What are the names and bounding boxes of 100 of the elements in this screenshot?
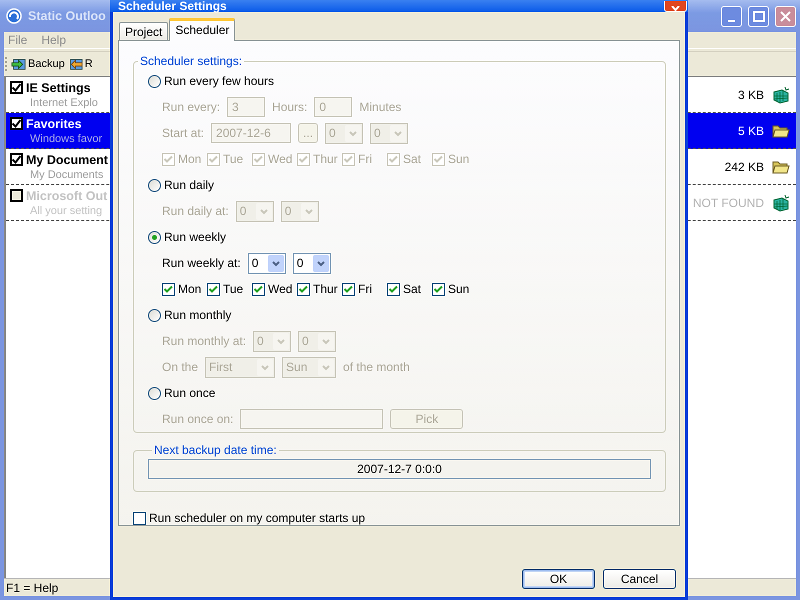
checkbox-label: Thur — [313, 282, 338, 296]
chevron-down-icon — [304, 208, 314, 214]
grid-cube-icon — [772, 86, 790, 104]
radio-label: Run once — [164, 386, 216, 400]
radio-button[interactable] — [148, 230, 161, 244]
dropdown[interactable]: 0 — [292, 252, 331, 274]
radio-button[interactable] — [148, 178, 161, 192]
dropdown[interactable]: 0 — [248, 252, 286, 274]
minimize-button[interactable] — [721, 6, 742, 26]
chevron-down-icon — [348, 130, 358, 136]
checkbox[interactable] — [162, 282, 175, 296]
tab[interactable]: Scheduler — [169, 18, 236, 41]
item-description: All your setting — [29, 204, 102, 216]
chevron-down-icon — [276, 338, 286, 344]
arrow-in-box-icon — [11, 57, 26, 71]
dropdown[interactable]: 0 — [236, 200, 274, 222]
checkbox-label: Run scheduler on my computer starts up — [149, 511, 366, 525]
radio-label: Run daily — [164, 178, 214, 192]
close-button[interactable] — [664, 1, 687, 12]
radio-button[interactable] — [148, 386, 161, 400]
radio-label: Run every few hours — [164, 74, 274, 88]
item-size: 5 KB — [738, 124, 764, 138]
checkbox[interactable] — [432, 282, 445, 296]
toolbar-button[interactable]: Backup — [10, 56, 66, 72]
item-name: IE Settings — [26, 80, 91, 94]
item-description: Internet Explo — [29, 96, 98, 108]
checkbox-label: Sun — [448, 282, 470, 296]
checkbox[interactable] — [297, 282, 310, 296]
dropdown[interactable]: 0 — [370, 122, 408, 144]
chevron-down-icon — [321, 364, 332, 370]
input-field[interactable] — [240, 409, 384, 429]
chevron-down-icon — [393, 130, 404, 136]
dialog-button[interactable]: OK — [522, 569, 595, 589]
field-label: Hours: — [272, 100, 308, 114]
minimize-icon — [728, 20, 735, 22]
checkbox-label: Mon — [178, 282, 202, 296]
checkbox[interactable] — [133, 512, 146, 524]
chevron-down-icon — [258, 208, 269, 214]
checkbox-label: Mon — [178, 152, 202, 166]
item-size: 3 KB — [738, 88, 764, 102]
checkbox[interactable] — [252, 282, 265, 296]
close-icon — [780, 10, 791, 22]
button[interactable]: Pick — [390, 409, 464, 429]
checkbox[interactable] — [10, 153, 23, 166]
radio-button[interactable] — [148, 308, 161, 322]
chevron-down-icon — [270, 260, 281, 266]
menu-item[interactable]: Help — [41, 33, 66, 47]
tab[interactable]: Project — [119, 22, 168, 40]
dropdown[interactable]: Sun — [282, 356, 336, 378]
button[interactable]: ... — [298, 123, 318, 143]
chevron-down-icon — [316, 260, 326, 266]
field-label: of the month — [343, 360, 410, 374]
grid-cube-icon — [772, 194, 790, 212]
toolbar-button[interactable]: R — [66, 56, 94, 72]
checkbox-label: Wed — [268, 282, 292, 296]
maximize-button[interactable] — [748, 6, 769, 26]
chevron-down-icon — [321, 338, 332, 344]
item-name: Microsoft Out — [26, 188, 108, 202]
app-icon — [6, 8, 22, 24]
group-title: Scheduler settings: — [139, 54, 244, 68]
field-label: Run monthly at: — [162, 334, 246, 348]
dropdown[interactable]: 0 — [280, 200, 319, 222]
field-label: Run weekly at: — [162, 256, 241, 270]
checkbox[interactable] — [207, 282, 220, 296]
input-field[interactable]: 0 — [314, 97, 352, 117]
input-field[interactable]: 2007-12-6 — [211, 123, 292, 143]
menu-item[interactable]: File — [8, 33, 28, 47]
checkbox[interactable] — [342, 282, 355, 296]
dropdown[interactable]: First — [205, 356, 276, 378]
field-label: Run every: — [162, 100, 220, 114]
checkbox-label: Sun — [448, 152, 470, 166]
checkbox-label: Sat — [403, 152, 422, 166]
checkbox-label: Wed — [268, 152, 292, 166]
radio-button[interactable] — [148, 74, 161, 88]
radio-label: Run monthly — [164, 308, 232, 322]
close-button[interactable] — [775, 6, 796, 26]
date-time-field: 2007-12-7 0:0:0 — [148, 459, 651, 479]
maximize-icon — [752, 10, 764, 22]
checkbox[interactable] — [10, 117, 23, 130]
dropdown[interactable]: 0 — [325, 122, 364, 144]
close-icon — [670, 6, 681, 11]
input-field[interactable]: 3 — [227, 97, 266, 117]
arrow-out-box-icon — [68, 57, 83, 71]
item-description: My Documents — [29, 168, 104, 180]
group-title: Next backup date time: — [153, 443, 278, 457]
dropdown[interactable]: 0 — [298, 330, 336, 352]
checkbox-label: Fri — [358, 282, 372, 296]
checkbox[interactable] — [10, 81, 23, 94]
checkbox-label: Tue — [223, 282, 244, 296]
dropdown[interactable]: 0 — [253, 330, 292, 352]
field-label: Minutes — [359, 100, 402, 114]
checkbox-label: Thur — [313, 152, 338, 166]
window-title: Static Outloo — [28, 9, 107, 23]
item-size: 242 KB — [724, 160, 764, 174]
chevron-down-icon — [260, 364, 270, 370]
dialog-button[interactable]: Cancel — [603, 569, 676, 589]
checkbox-label: Sat — [403, 282, 422, 296]
checkbox[interactable] — [387, 282, 400, 296]
item-description: Windows favor — [29, 132, 102, 144]
checkbox-label: Fri — [358, 152, 372, 166]
